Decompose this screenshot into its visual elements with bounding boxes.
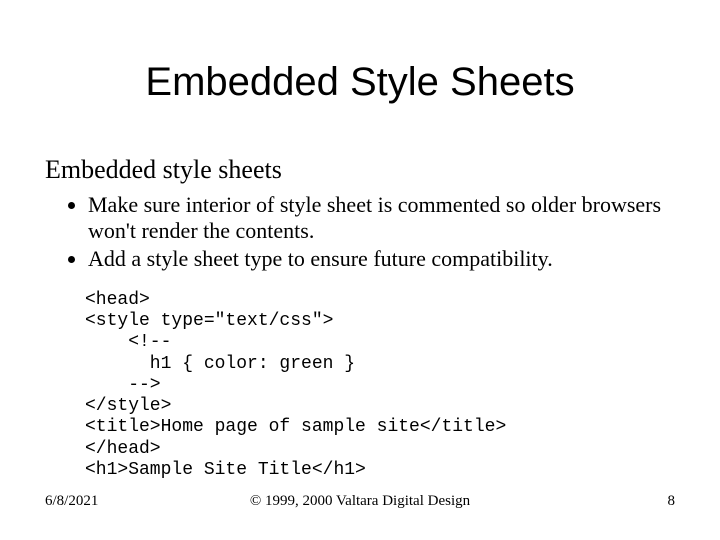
- slide-title: Embedded Style Sheets: [0, 60, 720, 105]
- bullet-list: Make sure interior of style sheet is com…: [60, 192, 670, 274]
- slide: Embedded Style Sheets Embedded style she…: [0, 0, 720, 540]
- code-sample: <head> <style type="text/css"> <!-- h1 {…: [85, 290, 506, 481]
- footer-copyright: © 1999, 2000 Valtara Digital Design: [45, 493, 675, 510]
- slide-subheading: Embedded style sheets: [45, 155, 282, 185]
- list-item: Add a style sheet type to ensure future …: [88, 246, 670, 272]
- footer-page-number: 8: [668, 493, 676, 510]
- list-item: Make sure interior of style sheet is com…: [88, 192, 670, 244]
